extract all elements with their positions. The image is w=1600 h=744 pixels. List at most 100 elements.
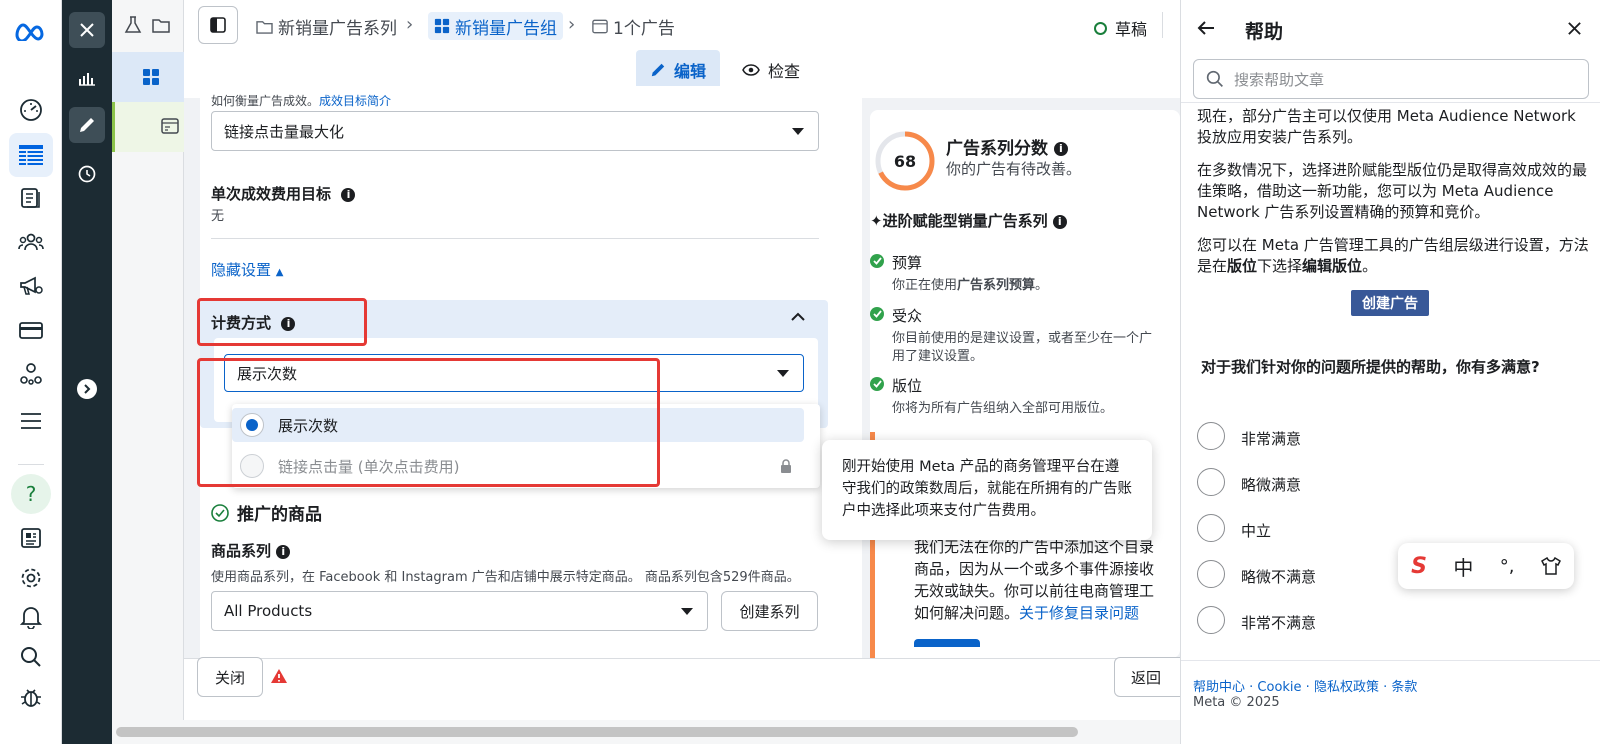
help-paragraph-bold: 版位 <box>1227 257 1258 275</box>
score-ring: 68 <box>874 130 936 192</box>
advantage-title: ✦进阶赋能型销量广告系列 i <box>870 210 1067 231</box>
tree-item-ad[interactable] <box>112 102 184 152</box>
survey-radio[interactable] <box>1197 560 1225 588</box>
hide-settings-link[interactable]: 隐藏设置 ▲ <box>211 259 284 280</box>
check-icon <box>870 307 884 321</box>
close-icon[interactable] <box>1567 21 1582 36</box>
advantage-title-text: ✦进阶赋能型销量广告系列 <box>870 212 1048 230</box>
create-ad-button[interactable]: 创建广告 <box>1351 290 1429 316</box>
warning-action-button[interactable] <box>914 639 980 647</box>
info-icon[interactable]: i <box>1052 214 1067 229</box>
audiences-icon[interactable] <box>15 226 47 258</box>
fix-catalog-link[interactable]: 关于修复目录问题 <box>1019 604 1139 622</box>
help-paragraph: 在多数情况下，选择进阶赋能型版位仍是取得高效成效的最佳策略，借助这一新功能，您可… <box>1197 161 1588 221</box>
chevron-up-icon[interactable] <box>791 312 805 322</box>
close-button[interactable]: 关闭 <box>197 657 263 697</box>
cost-goal-label: 单次成效费用目标 i <box>211 183 356 204</box>
measure-hint-link[interactable]: 成效目标简介 <box>319 94 391 108</box>
adset-grid-icon <box>434 18 450 34</box>
help-title: 帮助 <box>1245 21 1284 43</box>
ime-language-toggle[interactable]: 中 <box>1453 552 1473 581</box>
survey-radio[interactable] <box>1197 422 1225 450</box>
draft-status-icon <box>1094 21 1107 35</box>
breadcrumb-adset[interactable]: 新销量广告组 <box>428 12 563 40</box>
back-arrow-icon[interactable] <box>1197 20 1215 36</box>
breadcrumb-campaign-label: 新销量广告系列 <box>278 18 397 39</box>
score-item-desc: 用了建议设置。 <box>892 349 984 364</box>
score-item-desc: 你将为所有广告组纳入全部可用版位。 <box>892 401 1114 416</box>
optimization-select[interactable]: 链接点击量最大化 <box>211 111 819 151</box>
expand-chevron-icon[interactable] <box>77 379 97 399</box>
close-icon[interactable] <box>69 12 105 48</box>
tab-edit[interactable]: 编辑 <box>636 50 721 90</box>
ime-toolbar: S 中 °, <box>1398 543 1574 589</box>
divider <box>211 238 819 239</box>
catalog-select[interactable]: All Products <box>211 591 708 631</box>
horizontal-scrollbar-thumb[interactable] <box>116 727 1078 737</box>
tooltip-text: 刚开始使用 Meta 产品的商务管理平台在遵守我们的政策数周后，就能在所拥有的广… <box>842 459 1132 519</box>
tree-item-adset[interactable] <box>112 52 184 102</box>
news-icon[interactable] <box>15 522 47 554</box>
chart-bars-icon[interactable] <box>69 60 105 96</box>
tab-edit-label: 编辑 <box>674 62 707 81</box>
eye-icon <box>742 64 760 76</box>
search-icon[interactable] <box>15 641 47 673</box>
ads-manager-table-icon[interactable] <box>9 133 53 177</box>
ime-skin-shirt-icon[interactable] <box>1540 557 1561 575</box>
dashboard-gauge-icon[interactable] <box>15 94 47 126</box>
business-network-icon[interactable] <box>15 358 47 390</box>
catalog-label: 商品系列 i <box>211 540 291 561</box>
score-item-desc: 你目前使用的是建议设置，或者至少在一个广 <box>892 331 1153 346</box>
bug-report-icon[interactable] <box>15 681 47 713</box>
breadcrumb-campaign[interactable]: 新销量广告系列 <box>256 12 397 40</box>
folder-icon[interactable] <box>152 17 170 33</box>
tab-review[interactable]: 检查 <box>728 50 814 90</box>
survey-radio[interactable] <box>1197 514 1225 542</box>
ad-preview-icon <box>592 19 608 34</box>
menu-icon[interactable] <box>15 405 47 437</box>
survey-radio[interactable] <box>1197 468 1225 496</box>
global-nav-rail: ? <box>0 0 62 744</box>
meta-logo-icon[interactable] <box>15 16 47 48</box>
ime-punctuation-toggle[interactable]: °, <box>1500 556 1515 577</box>
help-question-icon[interactable]: ? <box>11 474 51 514</box>
create-set-label: 创建系列 <box>739 602 800 621</box>
survey-option-label: 非常满意 <box>1241 430 1302 448</box>
status-label: 草稿 <box>1115 20 1148 39</box>
help-search-input[interactable]: 搜索帮助文章 <box>1193 59 1589 99</box>
info-icon[interactable]: i <box>341 187 356 202</box>
editor-dark-rail <box>62 0 112 744</box>
check-icon <box>870 254 884 268</box>
score-item-desc: 你正在使用 <box>892 278 958 293</box>
help-center-link[interactable]: 帮助中心 <box>1193 680 1245 695</box>
cost-goal-label-text: 单次成效费用目标 <box>211 185 332 203</box>
notifications-bell-icon[interactable] <box>15 601 47 633</box>
create-set-button[interactable]: 创建系列 <box>721 591 818 631</box>
billing-card-icon[interactable] <box>15 314 47 346</box>
chevron-right-icon: › <box>406 14 414 35</box>
edit-pencil-icon[interactable] <box>69 107 105 143</box>
info-icon[interactable]: i <box>1053 142 1068 156</box>
privacy-link[interactable]: 隐私权政策 <box>1314 680 1379 695</box>
breadcrumb-ad[interactable]: 1个广告 <box>592 12 675 40</box>
warning-line: 无效或缺失。你可以前往电商管理工 <box>914 582 1155 600</box>
sidebar-toggle-icon[interactable] <box>198 6 238 44</box>
survey-option-label: 非常不满意 <box>1241 614 1317 632</box>
campaign-megaphone-icon[interactable] <box>15 270 47 302</box>
folder-icon <box>256 19 273 34</box>
history-clock-icon[interactable] <box>69 156 105 192</box>
survey-radio[interactable] <box>1197 606 1225 634</box>
survey-option-label: 略微满意 <box>1241 476 1302 494</box>
edit-pencil-icon <box>650 62 666 78</box>
info-icon[interactable]: i <box>276 544 291 559</box>
terms-link[interactable]: 条款 <box>1391 680 1417 695</box>
pages-icon[interactable] <box>15 182 47 214</box>
experiment-flask-icon[interactable] <box>124 16 142 34</box>
ad-preview-icon <box>161 118 179 134</box>
cookie-link[interactable]: Cookie <box>1257 680 1301 695</box>
copyright: Meta © 2025 <box>1193 695 1280 710</box>
ime-logo-icon[interactable]: S <box>1411 554 1427 579</box>
settings-gear-icon[interactable] <box>15 562 47 594</box>
bottom-bar: 关闭 返回 <box>184 657 1194 720</box>
score-item-title: 版位 <box>892 377 923 395</box>
